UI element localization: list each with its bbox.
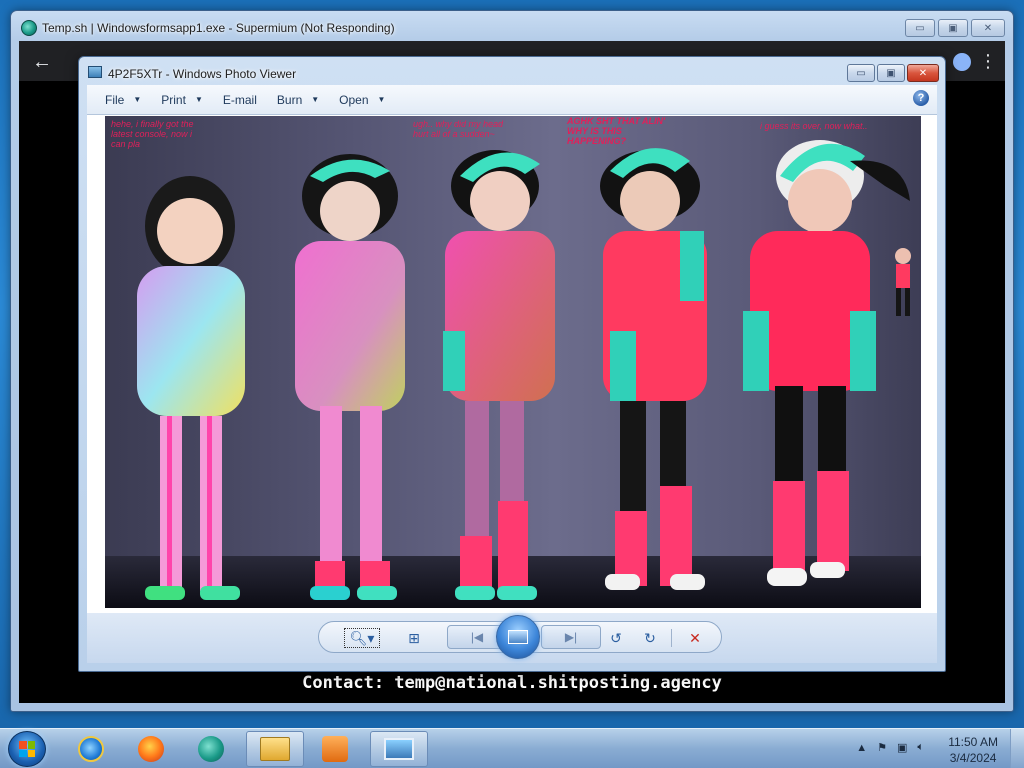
comic-artwork bbox=[105, 140, 921, 608]
system-tray: ▲ ⚑ ▣ 🔈︎ bbox=[856, 741, 924, 754]
menu-open-label: Open bbox=[339, 92, 369, 107]
photo-viewer-minimize-button[interactable]: ▭ bbox=[847, 64, 875, 82]
start-button[interactable] bbox=[8, 731, 46, 767]
media-player-icon bbox=[322, 736, 348, 762]
menu-file[interactable]: File ▼ bbox=[95, 89, 151, 111]
photo-viewer-menubar: File ▼ Print ▼ E-mail Burn ▼ Open ▼ ? bbox=[87, 85, 937, 115]
supermium-app-icon bbox=[21, 20, 37, 36]
profile-icon[interactable] bbox=[953, 53, 971, 71]
previous-icon: |◀ bbox=[470, 630, 484, 644]
close-icon: ✕ bbox=[918, 67, 928, 79]
figure-4 bbox=[600, 148, 707, 590]
photo-viewer-titlebar[interactable]: 4P2F5XTr - Windows Photo Viewer ▭ ▣ ✕ bbox=[79, 57, 945, 85]
supermium-icon bbox=[198, 736, 224, 762]
controls-separator bbox=[671, 629, 672, 647]
rotate-clockwise-button[interactable]: ↻ bbox=[639, 628, 661, 648]
back-button[interactable]: ← bbox=[31, 51, 53, 73]
browser-window-title: Temp.sh | Windowsformsapp1.exe - Supermi… bbox=[42, 21, 395, 35]
taskbar-clock[interactable]: 11:50 AM 3/4/2024 bbox=[948, 734, 998, 766]
menu-email-label: E-mail bbox=[222, 92, 257, 107]
actual-size-button[interactable]: ⊞ bbox=[403, 628, 425, 648]
rotate-counterclockwise-button[interactable]: ↺ bbox=[605, 628, 627, 648]
menu-print-label: Print bbox=[161, 92, 186, 107]
clock-date: 3/4/2024 bbox=[949, 751, 997, 765]
image-caption-5: i guess its over, now what.. bbox=[760, 121, 868, 131]
figure-5 bbox=[743, 140, 911, 586]
controls-pill: 🔍︎▾ ⊞ |◀ ▶| ↺ ↻ ✕ bbox=[318, 615, 722, 659]
chevron-down-icon: ▼ bbox=[133, 95, 142, 104]
chevron-down-icon: ▼ bbox=[194, 95, 203, 104]
slideshow-button[interactable] bbox=[496, 615, 540, 659]
photo-viewer-title: 4P2F5XTr - Windows Photo Viewer bbox=[108, 67, 297, 81]
show-desktop-button[interactable] bbox=[1010, 729, 1024, 768]
figure-2 bbox=[295, 154, 405, 600]
next-button[interactable]: ▶| bbox=[541, 625, 601, 649]
taskbar-media-player[interactable] bbox=[306, 731, 364, 767]
photo-viewer-app-icon bbox=[88, 66, 102, 78]
photo-viewer-icon bbox=[384, 738, 414, 760]
menu-open[interactable]: Open ▼ bbox=[329, 89, 395, 111]
action-center-flag-icon[interactable]: ⚑ bbox=[877, 741, 887, 754]
zoom-icon: 🔍︎▾ bbox=[349, 629, 375, 646]
delete-icon: ✕ bbox=[689, 629, 701, 646]
chevron-down-icon: ▼ bbox=[311, 95, 320, 104]
menu-burn-label: Burn bbox=[276, 92, 303, 107]
taskbar-internet-explorer[interactable] bbox=[62, 731, 120, 767]
rotate-counterclockwise-icon: ↺ bbox=[610, 629, 622, 646]
menu-email[interactable]: E-mail bbox=[213, 89, 267, 111]
clock-time: 11:50 AM bbox=[948, 735, 998, 749]
file-explorer-icon bbox=[260, 737, 290, 761]
next-icon: ▶| bbox=[564, 630, 578, 644]
displayed-image: hehe, i finally got the latest console, … bbox=[105, 116, 921, 608]
taskbar: ▲ ⚑ ▣ 🔈︎ 11:50 AM 3/4/2024 bbox=[0, 728, 1024, 768]
network-icon[interactable]: ▣ bbox=[897, 741, 907, 754]
image-caption-4: AGHK SHT THAT ALIN' WHY IS THIS HAPPENIN… bbox=[567, 116, 666, 146]
windows-logo-icon bbox=[19, 741, 35, 757]
photo-viewer-caption-buttons: ▭ ▣ ✕ bbox=[847, 64, 939, 82]
menu-file-label: File bbox=[105, 92, 125, 107]
volume-muted-icon[interactable]: 🔈︎ bbox=[917, 741, 924, 754]
firefox-icon bbox=[138, 736, 164, 762]
browser-minimize-button[interactable]: ▭ bbox=[905, 19, 935, 37]
taskbar-photo-viewer[interactable] bbox=[370, 731, 428, 767]
close-icon: ✕ bbox=[983, 22, 993, 34]
maximize-icon: ▣ bbox=[886, 67, 896, 79]
rotate-clockwise-icon: ↻ bbox=[644, 629, 656, 646]
taskbar-supermium[interactable] bbox=[182, 731, 240, 767]
browser-close-button[interactable]: ✕ bbox=[971, 19, 1005, 37]
maximize-icon: ▣ bbox=[948, 22, 958, 34]
browser-maximize-button[interactable]: ▣ bbox=[938, 19, 968, 37]
photo-viewer-close-button[interactable]: ✕ bbox=[907, 64, 939, 82]
delete-button[interactable]: ✕ bbox=[684, 628, 706, 648]
photo-viewer-window: 4P2F5XTr - Windows Photo Viewer ▭ ▣ ✕ Fi… bbox=[78, 56, 946, 672]
image-caption-3: ugh.. why did my head hurt all of a sudd… bbox=[413, 119, 504, 139]
photo-viewer-maximize-button[interactable]: ▣ bbox=[877, 64, 905, 82]
browser-titlebar[interactable]: Temp.sh | Windowsformsapp1.exe - Supermi… bbox=[11, 11, 1013, 41]
browser-menu-button[interactable]: ⋮ bbox=[979, 49, 997, 73]
photo-viewer-controls: 🔍︎▾ ⊞ |◀ ▶| ↺ ↻ ✕ bbox=[87, 613, 937, 663]
figure-1 bbox=[137, 176, 245, 600]
menu-burn[interactable]: Burn ▼ bbox=[267, 89, 329, 111]
contact-text: Contact: temp@national.shitposting.agenc… bbox=[302, 673, 722, 693]
taskbar-file-explorer[interactable] bbox=[246, 731, 304, 767]
browser-caption-buttons: ▭ ▣ ✕ bbox=[905, 19, 1005, 37]
menu-print[interactable]: Print ▼ bbox=[151, 89, 213, 111]
show-hidden-icons-button[interactable]: ▲ bbox=[856, 742, 867, 754]
taskbar-firefox[interactable] bbox=[122, 731, 180, 767]
chevron-down-icon: ▼ bbox=[377, 95, 386, 104]
slideshow-icon bbox=[508, 630, 528, 644]
fit-icon: ⊞ bbox=[408, 629, 420, 646]
internet-explorer-icon bbox=[78, 736, 104, 762]
minimize-icon: ▭ bbox=[915, 22, 925, 34]
image-viewport[interactable]: hehe, i finally got the latest console, … bbox=[87, 115, 937, 613]
image-caption-1: hehe, i finally got the latest console, … bbox=[111, 119, 194, 149]
help-icon[interactable]: ? bbox=[913, 90, 929, 106]
zoom-button[interactable]: 🔍︎▾ bbox=[344, 628, 380, 648]
figure-3 bbox=[443, 150, 555, 600]
minimize-icon: ▭ bbox=[856, 67, 866, 79]
